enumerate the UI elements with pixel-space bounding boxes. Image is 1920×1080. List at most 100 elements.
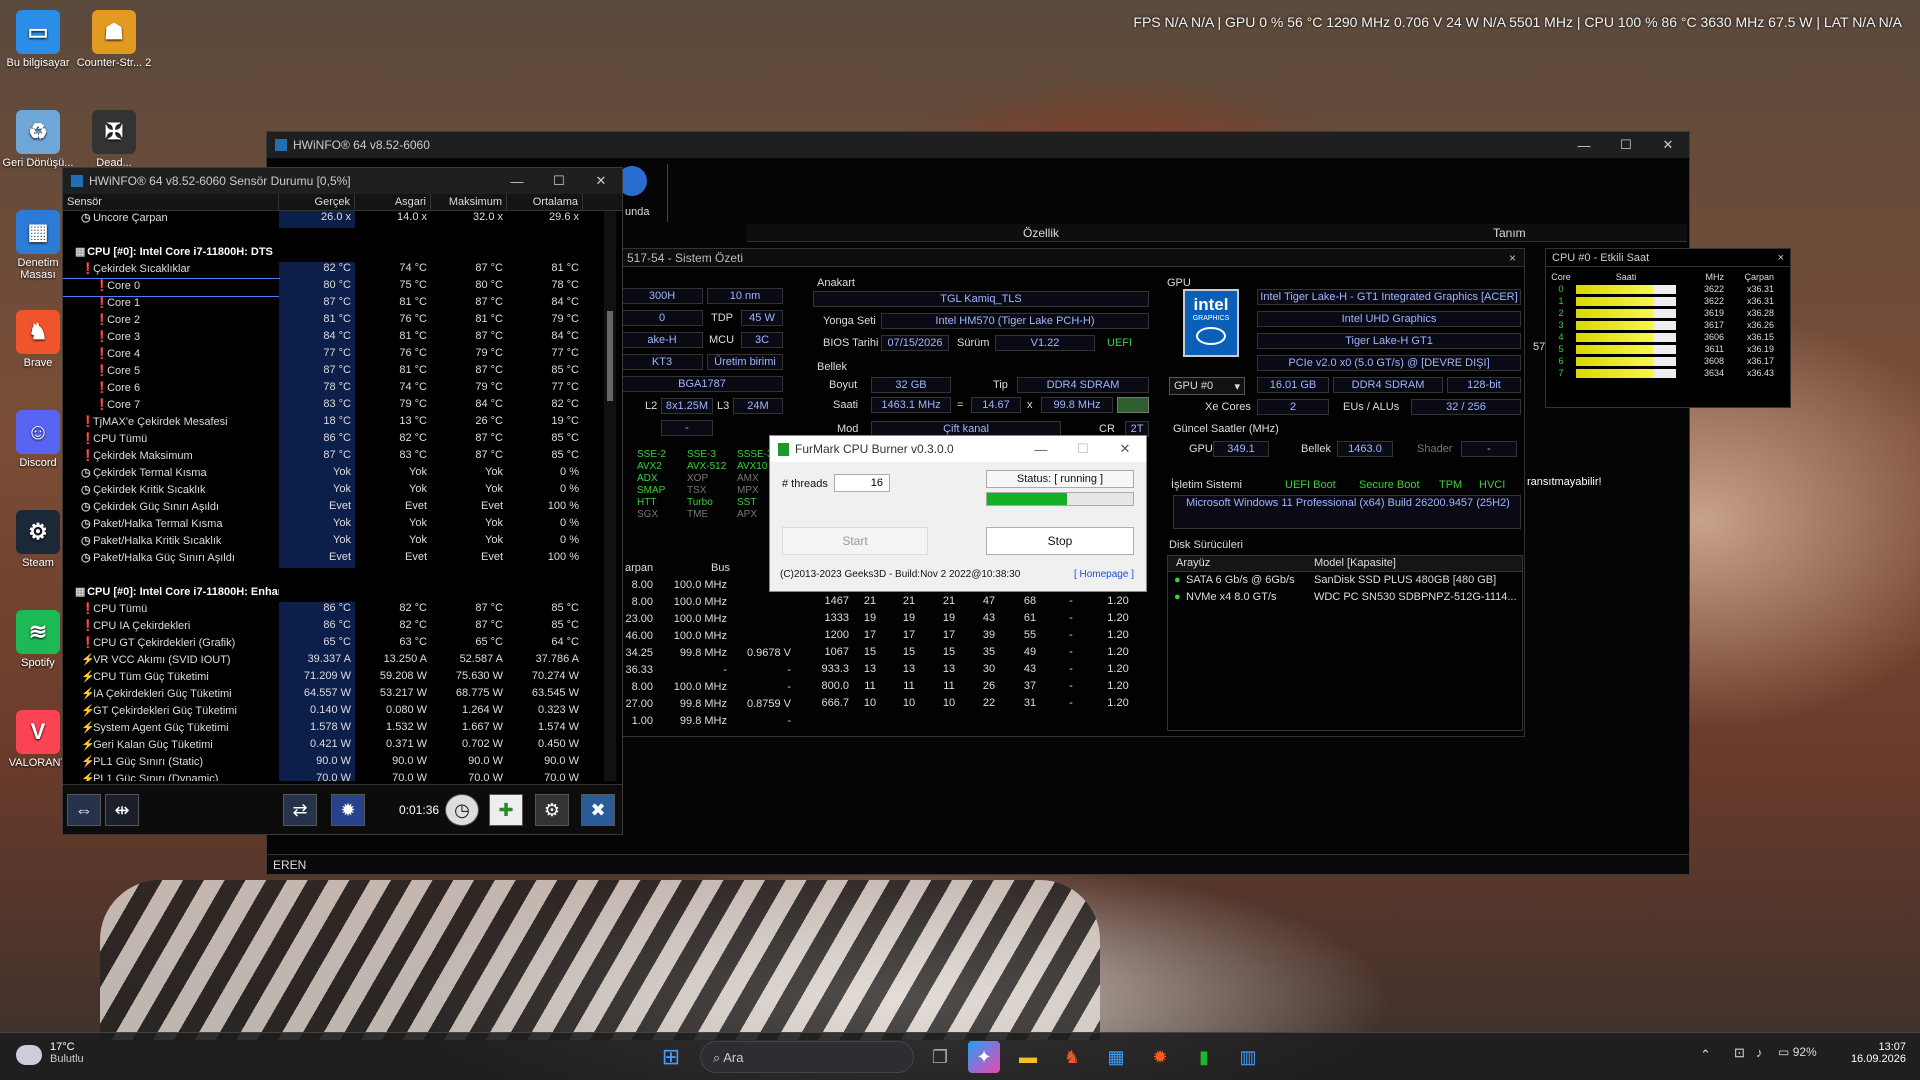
sensor-row[interactable]: ❗ CPU Tümü 86 °C 82 °C 87 °C 85 °C <box>63 432 603 449</box>
sensor-row[interactable]: ⚡ IA Çekirdekleri Güç Tüketimi 64.557 W 53… <box>63 687 603 704</box>
collapse-arrows-button[interactable]: ⇹ <box>105 794 139 826</box>
effective-clock-window[interactable]: CPU #0 - Etkili Saat × Core Saati MHz Ça… <box>1545 248 1791 408</box>
maximize-button[interactable]: ☐ <box>1605 137 1647 153</box>
header-average[interactable]: Ortalama <box>507 194 583 210</box>
sensor-row[interactable]: ❗ Çekirdek Maksimum 87 °C 83 °C 87 °C 85 °C <box>63 449 603 466</box>
battery-indicator[interactable]: ▭ 92% <box>1778 1045 1817 1059</box>
brave-icon[interactable]: ♞ <box>1056 1041 1088 1073</box>
hwinfo-sensor-window[interactable]: HWiNFO® 64 v8.52-6060 Sensör Durumu [0,5… <box>62 167 623 835</box>
close-button[interactable]: ✕ <box>580 173 622 189</box>
desktop-icon-recycle-bin[interactable]: ♻ Geri Dönüşü... <box>0 110 76 169</box>
microsoft-store-icon[interactable]: ▦ <box>1100 1041 1132 1073</box>
close-button[interactable]: ✕ <box>1647 137 1689 153</box>
sensor-row[interactable]: ❗ CPU Tümü 86 °C 82 °C 87 °C 85 °C <box>63 602 603 619</box>
sensor-row[interactable]: ⚡ VR VCC Akımı (SVID IOUT) 39.337 A 13.250… <box>63 653 603 670</box>
start-button[interactable]: Start <box>782 527 928 555</box>
sensor-row[interactable]: ⚡ GT Çekirdekleri Güç Tüketimi 0.140 W 0.0… <box>63 704 603 721</box>
header-sensor[interactable]: Sensör <box>63 194 279 210</box>
close-sensor-button[interactable]: ✖ <box>581 794 615 826</box>
clock-icon[interactable]: ◷ <box>445 794 479 826</box>
close-button[interactable]: ✕ <box>1104 441 1146 457</box>
sensor-row[interactable]: ◷ Çekirdek Güç Sınırı Aşıldı Evet Evet Evet… <box>63 500 603 517</box>
sensor-row[interactable]: ❗ Core 4 77 °C 76 °C 79 °C 77 °C <box>63 347 603 364</box>
sensor-row[interactable] <box>63 568 603 585</box>
minimize-button[interactable]: — <box>496 174 538 189</box>
sensor-row[interactable]: ⚡ Geri Kalan Güç Tüketimi 0.421 W 0.371 W0… <box>63 738 603 755</box>
sensor-row[interactable]: ❗ Core 3 84 °C 81 °C 87 °C 84 °C <box>63 330 603 347</box>
sensor-row[interactable]: ❗ Core 6 78 °C 74 °C 79 °C 77 °C <box>63 381 603 398</box>
clock-table-cell: - <box>787 664 791 676</box>
sensor-rows[interactable]: ◷ Uncore Çarpan 26.0 x 14.0 x 32.0 x 29.6 x … <box>63 211 603 781</box>
add-report-button[interactable]: ✚ <box>489 794 523 826</box>
header-current[interactable]: Gerçek <box>279 194 355 210</box>
sensor-row[interactable]: ◷ Paket/Halka Termal Kısma Yok Yok Yok 0 % <box>63 517 603 534</box>
homepage-link[interactable]: [ Homepage ] <box>1074 569 1134 580</box>
cloud-icon[interactable] <box>16 1045 42 1065</box>
furmark-titlebar[interactable]: FurMark CPU Burner v0.3.0.0 — ☐ ✕ <box>770 436 1146 462</box>
gear-icon[interactable]: ⚙ <box>535 794 569 826</box>
sensor-row[interactable]: ⚡ PL1 Güç Sınırı (Dynamic) 70.0 W 70.0 W 70… <box>63 772 603 781</box>
sensor-row[interactable]: ❗ Core 1 87 °C 81 °C 87 °C 84 °C <box>63 296 603 313</box>
main-titlebar[interactable]: HWiNFO® 64 v8.52-6060 — ☐ ✕ <box>267 132 1689 158</box>
sensor-row[interactable]: ◷ Çekirdek Kritik Sıcaklık Yok Yok Yok 0 % <box>63 483 603 500</box>
sensor-value: 90.0 W <box>544 755 579 767</box>
chevron-up-icon[interactable]: ⌃ <box>1700 1047 1711 1063</box>
logging-button[interactable]: ✹ <box>331 794 365 826</box>
sensor-column-headers[interactable]: Sensör Gerçek Asgari Maksimum Ortalama <box>63 194 622 211</box>
start-button[interactable]: ⊞ <box>655 1041 687 1073</box>
desktop-icon-monitor[interactable]: ▭ Bu bilgisayar <box>0 10 76 69</box>
sensor-titlebar[interactable]: HWiNFO® 64 v8.52-6060 Sensör Durumu [0,5… <box>63 168 622 194</box>
desktop-icon-game[interactable]: ✠ Dead... <box>76 110 152 169</box>
summary-close-button[interactable]: × <box>1509 251 1516 265</box>
sensor-row[interactable]: ◷ Paket/Halka Kritik Sıcaklık Yok Yok Yok 0 … <box>63 534 603 551</box>
minimize-button[interactable]: — <box>1020 442 1062 457</box>
sensor-row[interactable]: ◷ Çekirdek Termal Kısma Yok Yok Yok 0 % <box>63 466 603 483</box>
sensor-row[interactable]: ⚡ PL1 Güç Sınırı (Static) 90.0 W 90.0 W 90.… <box>63 755 603 772</box>
file-explorer-icon[interactable]: ▬ <box>1012 1041 1044 1073</box>
sensor-row[interactable]: ❗ Çekirdek Sıcaklıklar 82 °C 74 °C 87 °C 81 … <box>63 262 603 279</box>
search-box[interactable]: ⌕ Ara <box>700 1041 914 1073</box>
sensor-row[interactable]: ◷ Paket/Halka Güç Sınırı Aşıldı Evet Evet E… <box>63 551 603 568</box>
effclock-close-button[interactable]: × <box>1778 252 1784 264</box>
sensor-row[interactable]: ❗ Core 0 80 °C 75 °C 80 °C 78 °C <box>63 278 603 297</box>
sensor-row[interactable]: ⚡ System Agent Güç Tüketimi 1.578 W 1.532 … <box>63 721 603 738</box>
sensor-row[interactable]: ❗ CPU IA Çekirdekleri 86 °C 82 °C 87 °C 85 °… <box>63 619 603 636</box>
network-monitor-button[interactable]: ⇄ <box>283 794 317 826</box>
sensor-row[interactable] <box>63 228 603 245</box>
header-maximum[interactable]: Maksimum <box>431 194 507 210</box>
sensor-row[interactable]: ❗ Core 5 87 °C 81 °C 87 °C 85 °C <box>63 364 603 381</box>
scrollbar-thumb[interactable] <box>607 311 613 401</box>
sensor-row[interactable]: ❗ Core 2 81 °C 76 °C 81 °C 79 °C <box>63 313 603 330</box>
expand-arrows-button[interactable]: ⇔ <box>67 794 101 826</box>
header-minimum[interactable]: Asgari <box>355 194 431 210</box>
network-icon[interactable]: ⊡ <box>1734 1045 1745 1061</box>
furmark-window[interactable]: FurMark CPU Burner v0.3.0.0 — ☐ ✕ # thre… <box>769 435 1147 592</box>
sensor-row[interactable]: ❗ CPU GT Çekirdekleri (Grafik) 65 °C 63 °C… <box>63 636 603 653</box>
sensor-row[interactable]: ❗ Core 7 83 °C 79 °C 84 °C 82 °C <box>63 398 603 415</box>
hwinfo-taskbar-icon[interactable]: ▥ <box>1232 1041 1264 1073</box>
maximize-button[interactable]: ☐ <box>1062 441 1104 457</box>
weather-widget[interactable]: 17°C Bulutlu <box>50 1041 84 1065</box>
sensor-group-row[interactable]: ▦ CPU [#0]: Intel Core i7-11800H: DTS <box>63 245 603 262</box>
disk-row[interactable]: ● NVMe x4 8.0 GT/s WDC PC SN530 SDBPNPZ-51… <box>1168 589 1522 606</box>
gpu-selector-dropdown[interactable]: GPU #0 ▾ <box>1169 377 1245 395</box>
maximize-button[interactable]: ☐ <box>538 173 580 189</box>
copilot-icon[interactable]: ✦ <box>968 1041 1000 1073</box>
sensor-row[interactable]: ⚡ CPU Tüm Güç Tüketimi 71.209 W 59.208 W 75… <box>63 670 603 687</box>
sensor-value: 78 °C <box>279 381 355 398</box>
sensor-scrollbar[interactable] <box>604 211 616 781</box>
timing-table-cell: - <box>1069 680 1073 692</box>
sensor-group-row[interactable]: ▦ CPU [#0]: Intel Core i7-11800H: Enhanc… <box>63 585 603 602</box>
sensor-row[interactable]: ◷ Uncore Çarpan 26.0 x 14.0 x 32.0 x 29.6 x <box>63 211 603 228</box>
desktop-icon-counter-strike[interactable]: ☗ Counter-Str... 2 <box>76 10 152 69</box>
sensor-row[interactable]: ❗ TjMAX'e Çekirdek Mesafesi 18 °C 13 °C 26 … <box>63 415 603 432</box>
stop-button[interactable]: Stop <box>986 527 1134 555</box>
minimize-button[interactable]: — <box>1563 138 1605 153</box>
furmark-taskbar-icon[interactable]: ✹ <box>1144 1041 1176 1073</box>
disk-row[interactable]: ● SATA 6 Gb/s @ 6Gb/s SanDisk SSD PLUS 480… <box>1168 572 1522 589</box>
task-view-icon[interactable]: ❐ <box>924 1041 956 1073</box>
cpu-burner-taskbar-icon[interactable]: ▮ <box>1188 1041 1220 1073</box>
speaker-icon[interactable]: ♪ <box>1756 1045 1763 1060</box>
threads-input[interactable] <box>834 474 890 492</box>
clock[interactable]: 13:07 16.09.2026 <box>1842 1041 1906 1065</box>
